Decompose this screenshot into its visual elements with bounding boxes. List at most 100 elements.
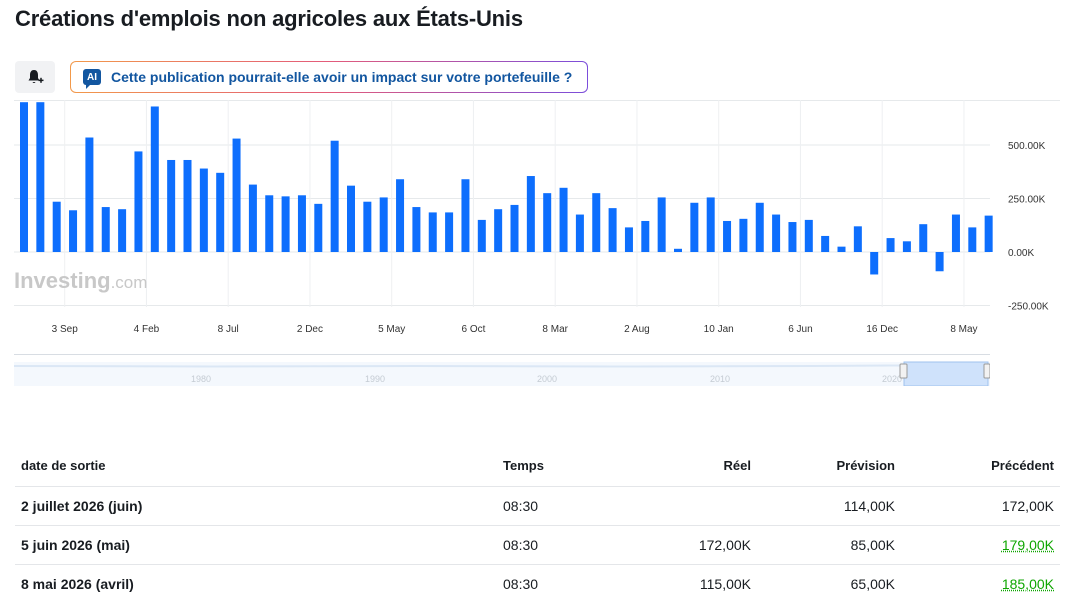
table-row: 5 juin 2026 (mai) 08:30 172,00K 85,00K 1… bbox=[15, 525, 1060, 565]
chart-bar[interactable] bbox=[69, 210, 78, 252]
header-date: date de sortie bbox=[15, 446, 497, 487]
chart-bar[interactable] bbox=[837, 246, 846, 252]
chart-bar[interactable] bbox=[330, 140, 339, 252]
row-forecast: 114,00K bbox=[757, 486, 901, 526]
chart-bar[interactable] bbox=[984, 215, 993, 252]
chart-bar[interactable] bbox=[657, 197, 666, 252]
chart-bar[interactable] bbox=[199, 168, 208, 252]
x-tick-label: 16 Dec bbox=[866, 324, 898, 335]
navigator-selected-range[interactable] bbox=[903, 361, 989, 387]
chart-bar[interactable] bbox=[134, 151, 143, 252]
chart-bar[interactable] bbox=[821, 235, 830, 252]
chart-bar[interactable] bbox=[723, 220, 732, 252]
chart-bar[interactable] bbox=[772, 214, 781, 252]
chart-bar[interactable] bbox=[445, 212, 454, 252]
y-tick-label: -250.00K bbox=[1008, 302, 1049, 313]
chart-bar[interactable] bbox=[461, 179, 470, 252]
x-tick-label: 3 Sep bbox=[52, 324, 79, 335]
chart-bar[interactable] bbox=[919, 224, 928, 252]
chart-bar[interactable] bbox=[510, 204, 519, 252]
chart-bar[interactable] bbox=[379, 197, 388, 252]
chart-bar[interactable] bbox=[935, 252, 944, 272]
x-tick-label: 4 Feb bbox=[134, 324, 160, 335]
x-tick-label: 6 Jun bbox=[788, 324, 812, 335]
chart-bar[interactable] bbox=[543, 193, 552, 252]
x-tick-label: 2 Dec bbox=[297, 324, 323, 335]
bell-plus-icon bbox=[28, 70, 44, 84]
ai-impact-banner[interactable]: AI Cette publication pourrait-elle avoir… bbox=[70, 61, 588, 93]
x-tick-label: 10 Jan bbox=[704, 324, 734, 335]
x-tick-label: 6 Oct bbox=[461, 324, 485, 335]
navigator-year-label: 2010 bbox=[710, 374, 730, 384]
chart-bar[interactable] bbox=[575, 214, 584, 252]
chart-bar[interactable] bbox=[902, 241, 911, 252]
chart-bar[interactable] bbox=[592, 193, 601, 252]
navigator-year-label: 2020 bbox=[882, 374, 902, 384]
chart-bar[interactable] bbox=[347, 185, 355, 252]
investing-watermark: Investing.com bbox=[14, 268, 147, 293]
navigator-left-handle[interactable] bbox=[899, 363, 908, 379]
chart-bar[interactable] bbox=[363, 201, 372, 252]
chart-bar[interactable] bbox=[216, 172, 225, 252]
chart-bar[interactable] bbox=[690, 202, 699, 252]
range-navigator[interactable]: 1980 1990 2000 2010 2020 bbox=[13, 354, 991, 387]
chart-bar[interactable] bbox=[739, 218, 748, 252]
chart-bar[interactable] bbox=[232, 138, 241, 252]
chart-bar[interactable] bbox=[706, 197, 715, 252]
row-previous-revised-link[interactable]: 179,00K bbox=[1002, 537, 1054, 553]
y-tick-label: 500.00K bbox=[1008, 141, 1046, 152]
header-forecast: Prévision bbox=[757, 446, 901, 487]
row-forecast: 85,00K bbox=[757, 525, 901, 565]
row-previous-revised-link[interactable]: 185,00K bbox=[1002, 576, 1054, 592]
chart-bar[interactable] bbox=[559, 187, 568, 252]
x-tick-label: 5 May bbox=[378, 324, 405, 335]
bar-chart[interactable]: 500.00K 250.00K 0.00K -250.00K 3 Sep 4 Feb 8 J… bbox=[0, 100, 1086, 340]
row-actual bbox=[627, 486, 757, 526]
y-tick-label: 0.00K bbox=[1008, 248, 1034, 259]
row-date: 2 juillet 2026 (juin) bbox=[15, 486, 497, 526]
chart-bar[interactable] bbox=[674, 248, 682, 252]
chart-bar[interactable] bbox=[428, 212, 437, 252]
x-tick-label: 8 Mar bbox=[542, 324, 568, 335]
chart-bar[interactable] bbox=[167, 159, 176, 252]
chart-bar[interactable] bbox=[20, 102, 28, 252]
chart-bar[interactable] bbox=[526, 176, 535, 252]
chart-bar[interactable] bbox=[641, 220, 650, 252]
header-time: Temps bbox=[497, 446, 627, 487]
chart-bar[interactable] bbox=[412, 207, 421, 252]
chart-bar[interactable] bbox=[396, 179, 405, 252]
row-time: 08:30 bbox=[497, 525, 627, 565]
chart-bar[interactable] bbox=[951, 214, 960, 252]
chart-bar[interactable] bbox=[477, 219, 486, 252]
chart-bar[interactable] bbox=[118, 209, 127, 252]
chart-bar[interactable] bbox=[788, 222, 797, 252]
chart-bar[interactable] bbox=[85, 137, 94, 252]
chart-bar[interactable] bbox=[804, 219, 813, 252]
navigator-right-handle[interactable] bbox=[983, 363, 991, 379]
chart-bar[interactable] bbox=[968, 227, 977, 252]
chart-bar[interactable] bbox=[101, 207, 110, 252]
chart-bar[interactable] bbox=[248, 184, 257, 252]
navigator-year-label: 2000 bbox=[537, 374, 557, 384]
row-previous: 172,00K bbox=[901, 486, 1060, 526]
chart-bar[interactable] bbox=[853, 226, 862, 252]
chart-bar[interactable] bbox=[265, 195, 274, 252]
chart-bar[interactable] bbox=[624, 227, 633, 252]
chart-bar[interactable] bbox=[297, 195, 306, 252]
chart-bar[interactable] bbox=[755, 202, 764, 252]
chart-bar[interactable] bbox=[52, 201, 61, 252]
chart-bar[interactable] bbox=[281, 196, 290, 252]
chart-area: 500.00K 250.00K 0.00K -250.00K 3 Sep 4 Feb 8 J… bbox=[0, 100, 1086, 340]
chart-bar[interactable] bbox=[314, 203, 323, 252]
chart-bar[interactable] bbox=[150, 106, 159, 252]
chart-bar[interactable] bbox=[494, 209, 503, 252]
chart-bar[interactable] bbox=[870, 252, 879, 275]
add-alert-button[interactable] bbox=[15, 61, 55, 93]
chart-bar[interactable] bbox=[608, 208, 617, 252]
table-row: 2 juillet 2026 (juin) 08:30 114,00K 172,… bbox=[15, 486, 1060, 526]
chart-bar[interactable] bbox=[886, 238, 895, 252]
page-title: Créations d'emplois non agricoles aux Ét… bbox=[15, 6, 523, 31]
chart-bar[interactable] bbox=[183, 159, 192, 252]
chart-bar[interactable] bbox=[36, 102, 45, 252]
ai-badge-icon: AI bbox=[83, 69, 101, 89]
